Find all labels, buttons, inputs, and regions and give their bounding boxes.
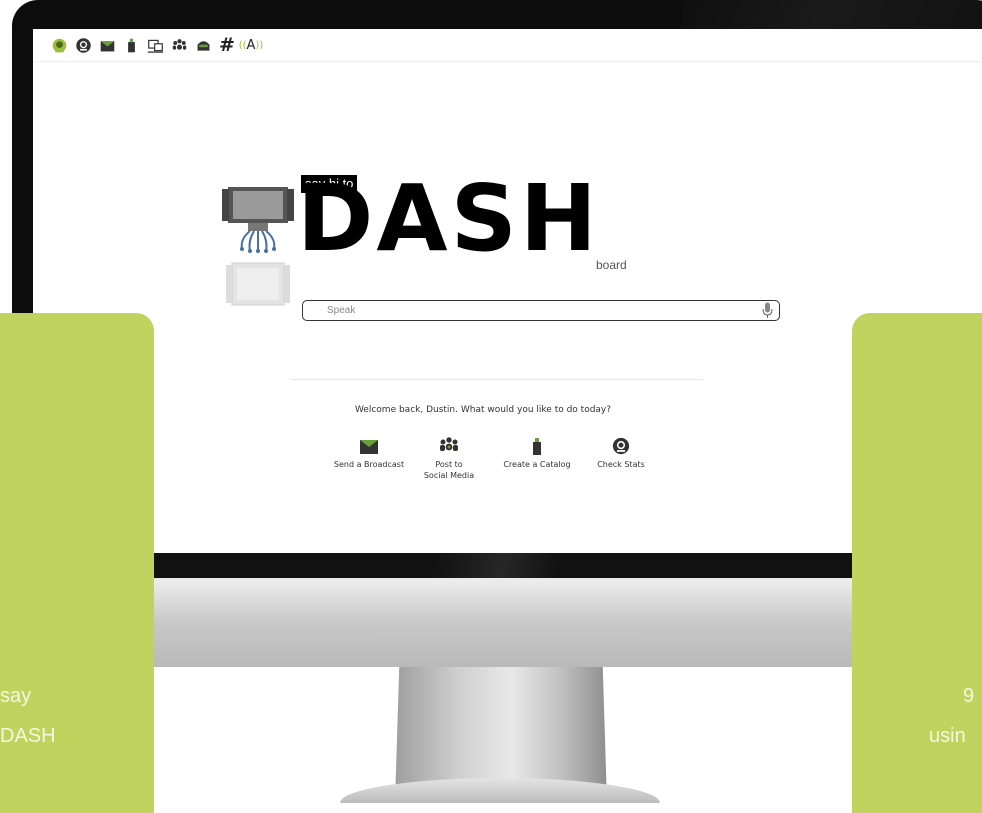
action-label: Post to [435,460,463,469]
speak-input[interactable] [327,303,747,318]
section-divider [291,379,703,380]
board-logo-suffix: board [596,258,627,272]
voice-waves-right: )) [255,39,264,51]
microphone-icon[interactable] [762,302,773,319]
post-social-media-action[interactable]: Post to Social Media [415,437,483,481]
social-icon[interactable] [169,35,189,55]
top-toolbar: # ((A)) [33,29,982,61]
hashtag-icon[interactable]: # [217,35,237,55]
envelope-icon [360,440,378,454]
dashboard-icon[interactable] [49,35,69,55]
action-label: Send a Broadcast [333,460,405,469]
catalog-icon[interactable] [121,35,141,55]
bezel-reflection-bottom [153,553,853,578]
monitor-foot [340,778,660,803]
logo-robot-illustration [222,187,294,306]
left-feature-panel: say DASH [0,313,154,813]
action-label: Check Stats [597,460,645,469]
right-feature-panel: 9 usin [852,313,982,813]
inbox-icon[interactable] [193,35,213,55]
dash-logo-text: DASH [297,165,600,272]
send-broadcast-action[interactable]: Send a Broadcast [329,437,409,470]
voice-waves-left: (( [238,39,247,51]
broadcast-icon[interactable] [97,35,117,55]
stats-icon [612,437,630,455]
voice-icon[interactable]: ((A)) [238,35,264,55]
people-icon [440,437,458,451]
monitor-icon[interactable] [145,35,165,55]
right-panel-line-2: usin [929,725,966,747]
left-panel-line-1: say [0,685,32,707]
create-catalog-action[interactable]: Create a Catalog [497,437,577,470]
monitor-screen: # ((A)) say hi to DASH board Welcome bac… [33,29,982,553]
welcome-message: Welcome back, Dustin. What would you lik… [354,405,612,415]
action-label: Create a Catalog [503,460,571,469]
check-stats-action[interactable]: Check Stats [591,437,651,470]
right-panel-line-1: 9 [963,685,975,707]
action-label-line2: Social Media [423,471,475,480]
voice-letter: A [246,37,256,53]
left-panel-line-2: DASH [0,725,56,747]
quick-actions: Send a Broadcast Post to Social Media Cr… [329,437,657,497]
speak-search-bar [302,300,780,321]
stats-icon[interactable] [73,35,93,55]
spray-can-icon [533,438,541,455]
